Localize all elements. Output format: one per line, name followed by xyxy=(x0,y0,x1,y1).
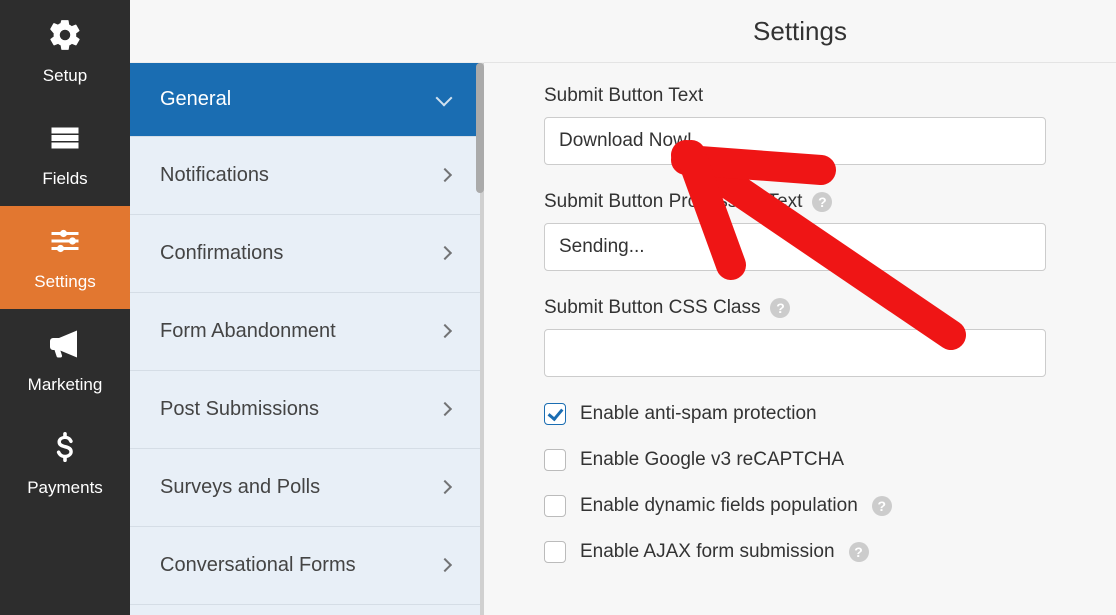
chevron-down-icon xyxy=(438,91,450,109)
help-icon[interactable]: ? xyxy=(812,192,832,212)
subnav-label: General xyxy=(160,88,231,111)
check-anti-spam[interactable]: Enable anti-spam protection xyxy=(544,403,1086,425)
help-icon[interactable]: ? xyxy=(872,496,892,516)
rail-item-fields[interactable]: Fields xyxy=(0,103,130,206)
checkbox-label: Enable anti-spam protection xyxy=(580,403,817,425)
rail-label: Setup xyxy=(43,66,87,86)
checkbox[interactable] xyxy=(544,495,566,517)
scrollbar[interactable] xyxy=(476,63,484,193)
field-label: Submit Button Text xyxy=(544,85,1086,107)
help-icon[interactable]: ? xyxy=(770,298,790,318)
subnav-label: Surveys and Polls xyxy=(160,476,320,499)
list-icon xyxy=(47,120,83,161)
chevron-right-icon xyxy=(440,167,450,185)
chevron-right-icon xyxy=(440,245,450,263)
subnav-label: Confirmations xyxy=(160,242,283,265)
checkbox-label: Enable dynamic fields population xyxy=(580,495,858,517)
css-class-input[interactable] xyxy=(544,329,1046,377)
checkbox-label: Enable AJAX form submission xyxy=(580,541,835,563)
subnav-item-notifications[interactable]: Notifications xyxy=(130,137,480,215)
settings-form: Submit Button Text Submit Button Process… xyxy=(484,63,1116,615)
rail-item-settings[interactable]: Settings xyxy=(0,206,130,309)
gear-icon xyxy=(47,17,83,58)
main-panel: Settings Submit Button Text Submit Butto… xyxy=(484,0,1116,615)
subnav-item-general[interactable]: General xyxy=(130,63,480,137)
chevron-right-icon xyxy=(440,401,450,419)
chevron-right-icon xyxy=(440,323,450,341)
subnav-list: General Notifications Confirmations Form… xyxy=(130,63,484,615)
field-css-class: Submit Button CSS Class ? xyxy=(544,297,1086,377)
subnav-label: Post Submissions xyxy=(160,398,319,421)
rail-label: Payments xyxy=(27,478,103,498)
subnav-item-form-abandonment[interactable]: Form Abandonment xyxy=(130,293,480,371)
rail-item-marketing[interactable]: Marketing xyxy=(0,309,130,412)
checkbox-label: Enable Google v3 reCAPTCHA xyxy=(580,449,844,471)
check-dynamic-fields[interactable]: Enable dynamic fields population ? xyxy=(544,495,1086,517)
subnav-item-conversational-forms[interactable]: Conversational Forms xyxy=(130,527,480,605)
rail-label: Settings xyxy=(34,272,95,292)
subnav-item-post-submissions[interactable]: Post Submissions xyxy=(130,371,480,449)
page-title: Settings xyxy=(753,16,847,47)
subnav-label: Conversational Forms xyxy=(160,554,356,577)
field-submit-button-text: Submit Button Text xyxy=(544,85,1086,165)
rail-label: Fields xyxy=(42,169,87,189)
processing-text-input[interactable] xyxy=(544,223,1046,271)
chevron-right-icon xyxy=(440,479,450,497)
panel-header: Settings xyxy=(484,0,1116,63)
rail-item-setup[interactable]: Setup xyxy=(0,0,130,103)
field-label: Submit Button Processing Text ? xyxy=(544,191,1086,213)
checkbox[interactable] xyxy=(544,541,566,563)
rail-item-payments[interactable]: Payments xyxy=(0,412,130,515)
subnav-item-surveys-polls[interactable]: Surveys and Polls xyxy=(130,449,480,527)
sliders-icon xyxy=(47,223,83,264)
help-icon[interactable]: ? xyxy=(849,542,869,562)
chevron-right-icon xyxy=(440,557,450,575)
subnav-label: Form Abandonment xyxy=(160,320,336,343)
checkbox[interactable] xyxy=(544,403,566,425)
checkbox-group: Enable anti-spam protection Enable Googl… xyxy=(544,403,1086,563)
bullhorn-icon xyxy=(47,326,83,367)
subnav-label: Notifications xyxy=(160,164,269,187)
field-label: Submit Button CSS Class ? xyxy=(544,297,1086,319)
subnav-item-confirmations[interactable]: Confirmations xyxy=(130,215,480,293)
field-processing-text: Submit Button Processing Text ? xyxy=(544,191,1086,271)
check-ajax[interactable]: Enable AJAX form submission ? xyxy=(544,541,1086,563)
rail-label: Marketing xyxy=(28,375,103,395)
dollar-icon xyxy=(47,429,83,470)
check-recaptcha[interactable]: Enable Google v3 reCAPTCHA xyxy=(544,449,1086,471)
settings-subnav: General Notifications Confirmations Form… xyxy=(130,0,484,615)
left-rail: Setup Fields Settings Marketing Payments xyxy=(0,0,130,615)
subnav-spacer xyxy=(130,0,484,63)
checkbox[interactable] xyxy=(544,449,566,471)
submit-button-text-input[interactable] xyxy=(544,117,1046,165)
